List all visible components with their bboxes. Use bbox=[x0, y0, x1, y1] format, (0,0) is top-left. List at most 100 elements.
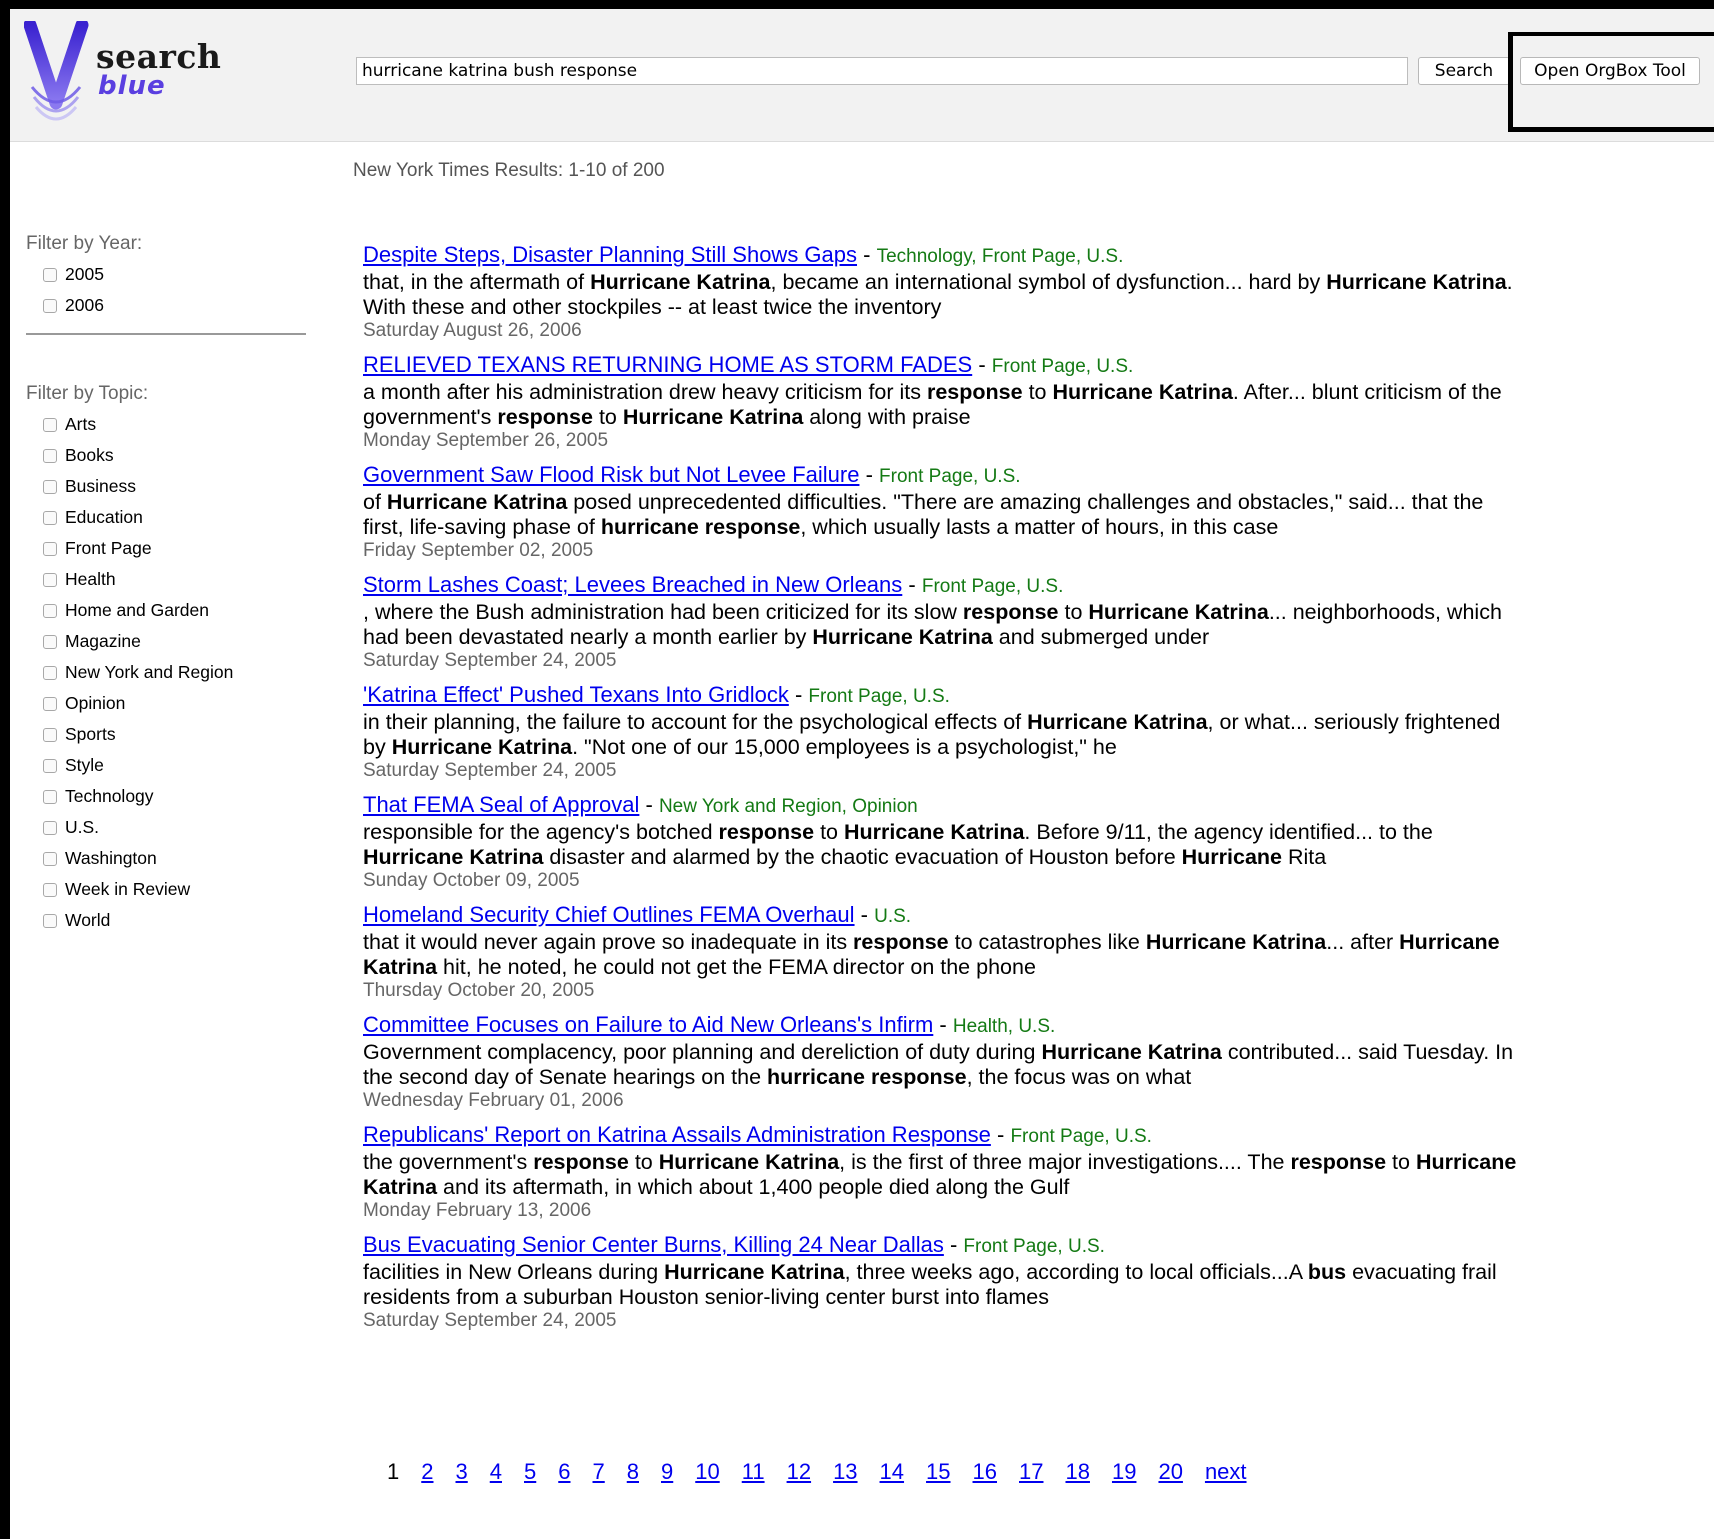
page-link[interactable]: 9 bbox=[661, 1459, 673, 1485]
topic-filter-option[interactable]: New York and Region bbox=[43, 657, 306, 688]
next-page-link[interactable]: next bbox=[1205, 1459, 1247, 1485]
snippet-text: that, in the aftermath of bbox=[363, 270, 591, 294]
page-link[interactable]: 4 bbox=[490, 1459, 502, 1485]
topic-filter-option[interactable]: Style bbox=[43, 750, 306, 781]
year-filter-option[interactable]: 2005 bbox=[43, 259, 306, 290]
page-link[interactable]: 15 bbox=[926, 1459, 950, 1485]
result-separator: - bbox=[902, 572, 922, 597]
topic-filter-option[interactable]: U.S. bbox=[43, 812, 306, 843]
topic-filter-checkbox[interactable] bbox=[43, 572, 57, 587]
page-link[interactable]: 10 bbox=[695, 1459, 719, 1485]
result-date: Saturday September 24, 2005 bbox=[363, 650, 617, 671]
topic-filter-checkbox[interactable] bbox=[43, 665, 57, 680]
snippet-highlight: response bbox=[853, 930, 949, 954]
result-title-link[interactable]: Storm Lashes Coast; Levees Breached in N… bbox=[363, 572, 902, 597]
snippet-highlight: Hurricane Katrina bbox=[1088, 600, 1269, 624]
topic-filter-option[interactable]: Arts bbox=[43, 409, 306, 440]
result-title-link[interactable]: Bus Evacuating Senior Center Burns, Kill… bbox=[363, 1232, 944, 1257]
result-title-link[interactable]: RELIEVED TEXANS RETURNING HOME AS STORM … bbox=[363, 352, 972, 377]
topic-filter-checkbox[interactable] bbox=[43, 789, 57, 804]
result-title-link[interactable]: 'Katrina Effect' Pushed Texans Into Grid… bbox=[363, 682, 789, 707]
topic-filter-checkbox[interactable] bbox=[43, 479, 57, 494]
result-separator: - bbox=[854, 902, 875, 927]
result-title-link[interactable]: Homeland Security Chief Outlines FEMA Ov… bbox=[363, 902, 855, 927]
page-link[interactable]: 16 bbox=[973, 1459, 997, 1485]
topic-filter-checkbox[interactable] bbox=[43, 541, 57, 556]
topic-filter-option[interactable]: Washington bbox=[43, 843, 306, 874]
topic-filter-label: World bbox=[65, 910, 111, 930]
page-link[interactable]: 5 bbox=[524, 1459, 536, 1485]
topic-filter-checkbox[interactable] bbox=[43, 820, 57, 835]
result-title-link[interactable]: Committee Focuses on Failure to Aid New … bbox=[363, 1012, 933, 1037]
result-title-link[interactable]: Government Saw Flood Risk but Not Levee … bbox=[363, 462, 859, 487]
topic-filter-option[interactable]: Technology bbox=[43, 781, 306, 812]
topic-filter-checkbox[interactable] bbox=[43, 417, 57, 432]
logo-text-blue: blue bbox=[98, 71, 166, 101]
year-filter-checkbox[interactable] bbox=[43, 298, 57, 313]
search-input[interactable] bbox=[356, 57, 1408, 85]
result-date: Saturday September 24, 2005 bbox=[363, 760, 617, 781]
searchblue-logo[interactable]: search blue bbox=[24, 21, 224, 141]
page-link[interactable]: 7 bbox=[593, 1459, 605, 1485]
topic-filter-label: Education bbox=[65, 507, 143, 527]
page-link[interactable]: 8 bbox=[627, 1459, 639, 1485]
topic-filter-option[interactable]: Books bbox=[43, 440, 306, 471]
year-filter-option[interactable]: 2006 bbox=[43, 290, 306, 321]
topic-filter-option[interactable]: Education bbox=[43, 502, 306, 533]
page-link[interactable]: 11 bbox=[742, 1459, 765, 1485]
filter-topic-title: Filter by Topic: bbox=[26, 383, 149, 404]
topic-filter-checkbox[interactable] bbox=[43, 851, 57, 866]
snippet-highlight: Hurricane Katrina bbox=[363, 845, 544, 869]
topic-filter-option[interactable]: Home and Garden bbox=[43, 595, 306, 626]
page-link[interactable]: 14 bbox=[880, 1459, 904, 1485]
topic-filter-checkbox[interactable] bbox=[43, 634, 57, 649]
result-title-link[interactable]: Despite Steps, Disaster Planning Still S… bbox=[363, 242, 857, 267]
snippet-text: responsible for the agency's botched bbox=[363, 820, 719, 844]
topic-filter-checkbox[interactable] bbox=[43, 603, 57, 618]
snippet-highlight: Hurricane Katrina bbox=[844, 820, 1025, 844]
topic-filter-checkbox[interactable] bbox=[43, 913, 57, 928]
topic-filter-option[interactable]: Business bbox=[43, 471, 306, 502]
result-topics: New York and Region, Opinion bbox=[658, 796, 918, 817]
page-link[interactable]: 3 bbox=[456, 1459, 468, 1485]
page-link[interactable]: 13 bbox=[833, 1459, 857, 1485]
result-topics: Front Page, U.S. bbox=[963, 1236, 1105, 1257]
topic-filter-checkbox[interactable] bbox=[43, 448, 57, 463]
topic-filter-checkbox[interactable] bbox=[43, 882, 57, 897]
topic-filter-option[interactable]: Sports bbox=[43, 719, 306, 750]
result-title-link[interactable]: Republicans' Report on Katrina Assails A… bbox=[363, 1122, 991, 1147]
snippet-text: and submerged under bbox=[992, 625, 1210, 649]
search-button[interactable]: Search bbox=[1418, 57, 1510, 85]
page-link[interactable]: 18 bbox=[1065, 1459, 1089, 1485]
page-link[interactable]: 12 bbox=[787, 1459, 811, 1485]
open-orgbox-tool-button[interactable]: Open OrgBox Tool bbox=[1520, 57, 1700, 85]
topic-filter-checkbox[interactable] bbox=[43, 727, 57, 742]
snippet-highlight: Hurricane Katrina bbox=[1145, 930, 1327, 954]
topic-filter-label: Business bbox=[65, 476, 137, 496]
result-title-link[interactable]: That FEMA Seal of Approval bbox=[363, 792, 639, 817]
topic-filter-option[interactable]: Front Page bbox=[43, 533, 306, 564]
topic-filter-option[interactable]: Opinion bbox=[43, 688, 306, 719]
snippet-highlight: Hurricane bbox=[1181, 845, 1283, 869]
result-snippet: that it would never again prove so inade… bbox=[363, 930, 1523, 980]
topic-filter-checkbox[interactable] bbox=[43, 758, 57, 773]
topic-filter-option[interactable]: Health bbox=[43, 564, 306, 595]
page-link[interactable]: 2 bbox=[421, 1459, 433, 1485]
topic-filter-option[interactable]: Week in Review bbox=[43, 874, 306, 905]
topic-filter-option[interactable]: World bbox=[43, 905, 306, 936]
page-link[interactable]: 6 bbox=[558, 1459, 570, 1485]
topic-filter-label: Front Page bbox=[65, 538, 152, 558]
topic-filter-option[interactable]: Magazine bbox=[43, 626, 306, 657]
result-topics: Front Page, U.S. bbox=[1010, 1126, 1152, 1147]
snippet-text: facilities in New Orleans during bbox=[363, 1260, 665, 1284]
topic-filter-checkbox[interactable] bbox=[43, 696, 57, 711]
page-link[interactable]: 20 bbox=[1158, 1459, 1182, 1485]
result-separator: - bbox=[933, 1012, 953, 1037]
filter-year-title: Filter by Year: bbox=[26, 233, 143, 254]
topic-filter-checkbox[interactable] bbox=[43, 510, 57, 525]
page-link[interactable]: 19 bbox=[1112, 1459, 1136, 1485]
result-separator: - bbox=[972, 352, 992, 377]
result-item: Storm Lashes Coast; Levees Breached in N… bbox=[363, 572, 1523, 672]
page-link[interactable]: 17 bbox=[1019, 1459, 1043, 1485]
year-filter-checkbox[interactable] bbox=[43, 267, 57, 282]
